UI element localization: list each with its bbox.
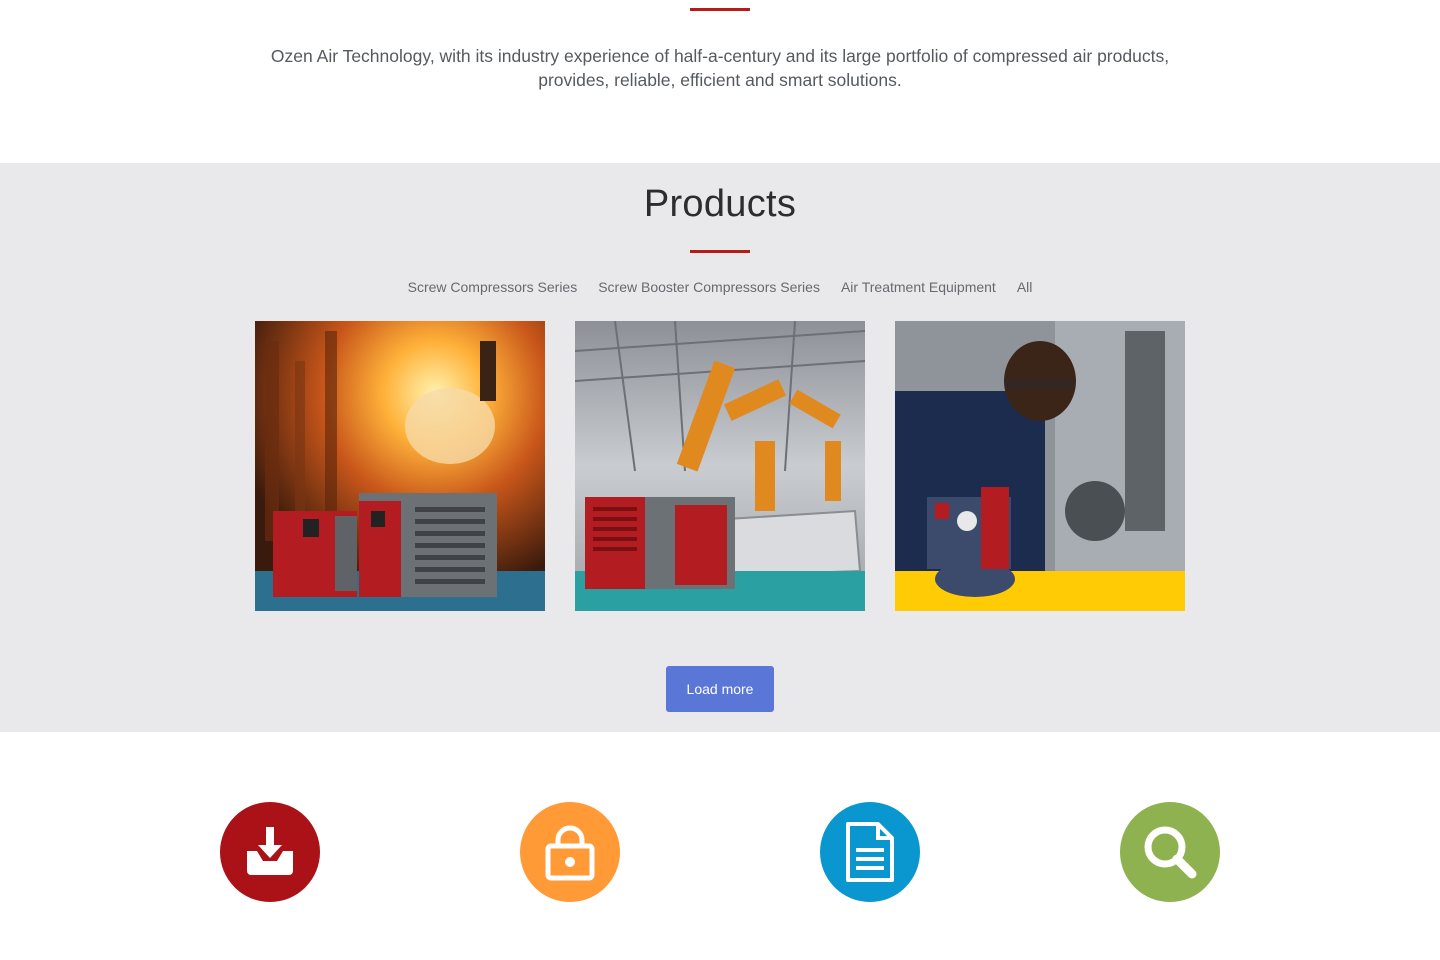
products-title: Products — [643, 183, 797, 225]
filter-air-treatment-equipment[interactable]: Air Treatment Equipment — [841, 279, 996, 295]
product-card-workshop[interactable] — [895, 321, 1185, 611]
products-section: Products Screw Compressors Series Screw … — [0, 163, 1440, 732]
intro-section: Ozen Air Technology, with its industry e… — [0, 0, 1440, 163]
product-card-foundry[interactable] — [255, 321, 545, 611]
document-icon — [846, 822, 894, 882]
product-filter-nav: Screw Compressors Series Screw Booster C… — [0, 279, 1440, 295]
filter-screw-booster-compressors[interactable]: Screw Booster Compressors Series — [598, 279, 820, 295]
download-feature[interactable] — [220, 802, 320, 902]
intro-text: Ozen Air Technology, with its industry e… — [270, 46, 1170, 90]
filter-screw-compressors[interactable]: Screw Compressors Series — [408, 279, 578, 295]
product-card-robotics[interactable] — [575, 321, 865, 611]
robotics-product-image — [575, 321, 865, 611]
download-tray-icon — [247, 827, 293, 875]
workshop-product-image — [895, 321, 1185, 611]
foundry-product-image — [255, 321, 545, 611]
load-more-button[interactable]: Load more — [666, 666, 774, 712]
document-feature[interactable] — [820, 802, 920, 902]
divider-rule — [690, 250, 750, 253]
lock-icon — [545, 825, 595, 881]
divider-rule — [690, 8, 750, 11]
search-icon — [1144, 826, 1197, 879]
filter-all[interactable]: All — [1017, 279, 1033, 295]
search-feature[interactable] — [1120, 802, 1220, 902]
lock-feature[interactable] — [520, 802, 620, 902]
